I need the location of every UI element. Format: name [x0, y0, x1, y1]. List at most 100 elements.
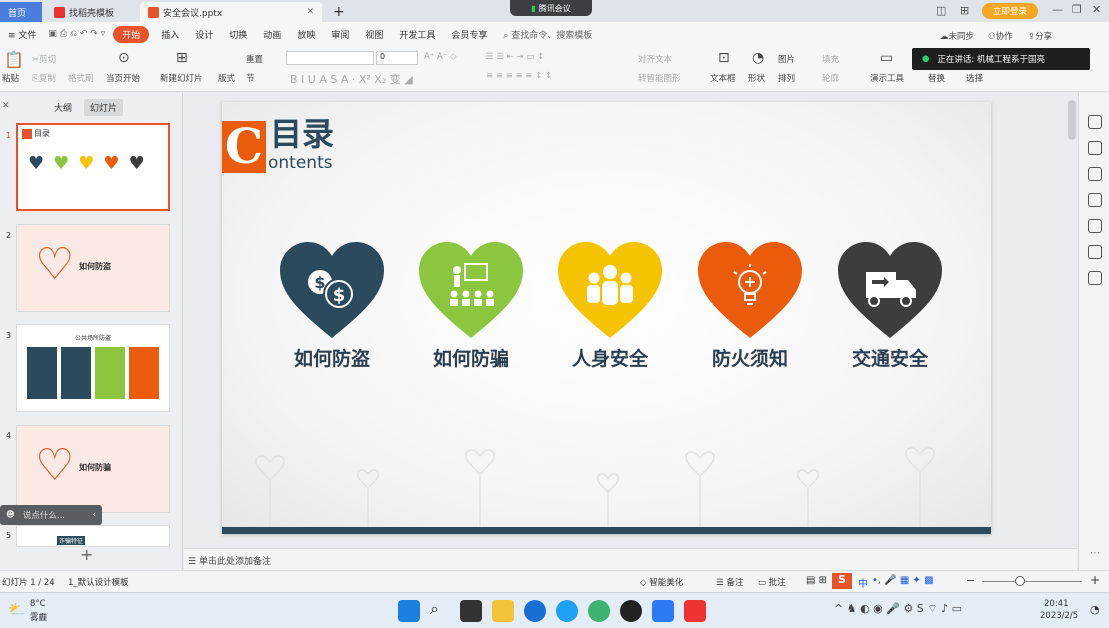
menu-home[interactable]: 开始 — [113, 25, 150, 43]
notification-icon[interactable]: ◔ — [1090, 603, 1100, 616]
menu-transition[interactable]: 切换 — [221, 28, 255, 41]
new-slide-icon[interactable]: ⊞ — [176, 50, 188, 66]
heart-icon[interactable]: $ $ — [280, 242, 384, 342]
slide[interactable]: C 目录 ontents $ $ 如何防盗 如何防骗 人身安全 防火须知 交通安… — [222, 102, 991, 534]
zoom-slider[interactable] — [982, 581, 1082, 582]
edge-icon[interactable] — [556, 600, 578, 622]
fill-button[interactable]: 填充 — [822, 53, 839, 65]
new-slide-button[interactable]: 新建幻灯片 — [160, 72, 203, 84]
beautify-button[interactable]: ◇ 智能美化 — [640, 576, 683, 588]
ime-tools-icons[interactable]: •, 🎤 ▦ ✦ ▩ — [872, 575, 934, 586]
font-family-select[interactable] — [286, 51, 374, 65]
panel-close-icon[interactable]: ✕ — [2, 101, 10, 111]
copy-icon[interactable] — [1088, 193, 1102, 207]
play-icon[interactable]: ⊙ — [118, 50, 130, 66]
tab-outline[interactable]: 大纲 — [54, 101, 72, 114]
grid-icon[interactable]: ⊞ — [960, 4, 969, 17]
login-button[interactable]: 立即登录 — [982, 3, 1038, 19]
font-grow-icons[interactable]: A⁺ A⁻ ◇ — [424, 52, 457, 62]
search-icon[interactable]: ⌕ — [430, 599, 439, 619]
ime-indicator[interactable]: 中 — [858, 575, 868, 590]
menu-developer[interactable]: 开发工具 — [391, 28, 443, 41]
more-icon[interactable]: ⋯ — [1090, 548, 1100, 559]
tab-template[interactable]: 找稻壳模板 — [46, 2, 138, 22]
quick-access-icons[interactable]: ▣ ⎙ ⎌ ↶ ↷ ▿ — [44, 29, 109, 39]
menu-slideshow[interactable]: 放映 — [289, 28, 323, 41]
zoom-in-button[interactable]: + — [1090, 573, 1100, 587]
heart-icon[interactable] — [698, 242, 802, 342]
cut-button[interactable]: ✂剪切 — [32, 53, 56, 65]
menu-review[interactable]: 审阅 — [323, 28, 357, 41]
star-icon[interactable] — [1088, 167, 1102, 181]
meeting-bar[interactable]: ▮ 腾讯会议 — [510, 0, 592, 16]
sogou-icon[interactable]: S — [832, 573, 852, 589]
book-icon[interactable] — [1088, 271, 1102, 285]
location-icon[interactable] — [1088, 245, 1102, 259]
wps-icon[interactable] — [684, 600, 706, 622]
command-search[interactable]: ⌕ 查找命令、搜索模板 — [495, 28, 600, 41]
zoom-out-button[interactable]: − — [966, 574, 975, 587]
picture-button[interactable]: 图片 — [778, 53, 795, 65]
browser-icon[interactable] — [524, 600, 546, 622]
minimize-icon[interactable]: — — [1052, 3, 1063, 16]
play-from-current-button[interactable]: 当页开始 — [106, 72, 140, 84]
view-icons[interactable]: ▤ ⊞ — [806, 575, 827, 586]
present-icon[interactable]: ▭ — [880, 50, 893, 66]
font-size-select[interactable]: 0 — [376, 51, 418, 65]
file-menu[interactable]: ≡ 文件 — [0, 28, 44, 41]
image-icon[interactable] — [1088, 219, 1102, 233]
slide-thumbnail-3[interactable]: 公共场所防盗 — [16, 324, 170, 412]
tab-slides[interactable]: 幻灯片 — [84, 99, 124, 116]
tray-icons[interactable]: ^ ♞ ◐ ◉ 🎤 ⚙ S ⌔ ♪ ▭ — [834, 602, 962, 616]
align-text-button[interactable]: 对齐文本 — [638, 53, 672, 65]
textbox-icon[interactable]: ⊡ — [718, 50, 730, 66]
add-slide-button[interactable]: + — [80, 545, 93, 564]
heart-icon[interactable] — [838, 242, 942, 342]
collab-button[interactable]: ⚇协作 — [988, 30, 1013, 42]
meeting-app-icon[interactable] — [652, 600, 674, 622]
share-button[interactable]: ⇪分享 — [1028, 30, 1052, 42]
heart-icon[interactable] — [419, 242, 523, 342]
template-name[interactable]: 1_默认设计模板 — [68, 576, 129, 588]
heart-icon[interactable] — [558, 242, 662, 342]
paste-icon[interactable]: 📋 — [4, 50, 24, 69]
select-button[interactable]: 选择 — [966, 72, 983, 84]
tab-document[interactable]: 安全会议.pptx ✕ — [140, 2, 322, 22]
pin-icon[interactable] — [1088, 115, 1102, 129]
textbox-button[interactable]: 文本框 — [710, 72, 736, 84]
present-tools-button[interactable]: 演示工具 — [870, 72, 904, 84]
arrange-button[interactable]: 排列 — [778, 72, 795, 84]
tab-home[interactable]: 首页 — [0, 2, 42, 22]
task-view-icon[interactable] — [460, 600, 482, 622]
slide-thumbnail-5[interactable]: 诈骗特征 — [16, 525, 170, 547]
outline-button[interactable]: 轮廓 — [822, 72, 839, 84]
comment-toggle[interactable]: ▭ 批注 — [758, 576, 786, 588]
zoom-handle[interactable] — [1015, 576, 1025, 586]
restore-icon[interactable]: ❐ — [1072, 3, 1082, 16]
menu-design[interactable]: 设计 — [187, 28, 221, 41]
sync-button[interactable]: ☁未同步 — [940, 30, 974, 42]
notes-area[interactable]: ☰ 单击此处添加备注 — [184, 548, 1077, 570]
menu-view[interactable]: 视图 — [357, 28, 391, 41]
align-icons[interactable]: ≡ ≡ ≡ ≡ ≡ ↕ ↕ — [486, 71, 552, 81]
copy-button[interactable]: ⎘复制 — [32, 72, 56, 84]
vertical-scrollbar[interactable] — [1068, 100, 1076, 140]
settings-icon[interactable] — [1088, 141, 1102, 155]
font-style-icons[interactable]: B I U A S A · X² X₂ 变 ◢ — [290, 71, 413, 87]
menu-animation[interactable]: 动画 — [255, 28, 289, 41]
slide-thumbnail-1[interactable]: 目录 ♥ ♥ ♥ ♥ ♥ — [16, 123, 170, 211]
layout-button[interactable]: 版式 — [218, 72, 235, 84]
section-button[interactable]: 节 — [246, 72, 255, 84]
shape-button[interactable]: 形状 — [748, 72, 765, 84]
window-close-icon[interactable]: ✕ — [1092, 3, 1101, 16]
wechat-icon[interactable] — [588, 600, 610, 622]
shape-icon[interactable]: ◔ — [752, 50, 764, 66]
new-tab-button[interactable]: + — [325, 2, 353, 22]
menu-member[interactable]: 会员专享 — [443, 28, 495, 41]
replace-button[interactable]: 替换 — [928, 72, 945, 84]
slide-thumbnail-2[interactable]: ♡ 如何防盗 — [16, 224, 170, 312]
windows-start-icon[interactable] — [398, 600, 420, 622]
paste-button[interactable]: 粘贴 — [2, 72, 19, 84]
list-icons[interactable]: ☰ ☰ ⇤ ⇥ ▭ ↕ — [486, 52, 544, 62]
smart-graphic-button[interactable]: 转智能图形 — [638, 72, 681, 84]
